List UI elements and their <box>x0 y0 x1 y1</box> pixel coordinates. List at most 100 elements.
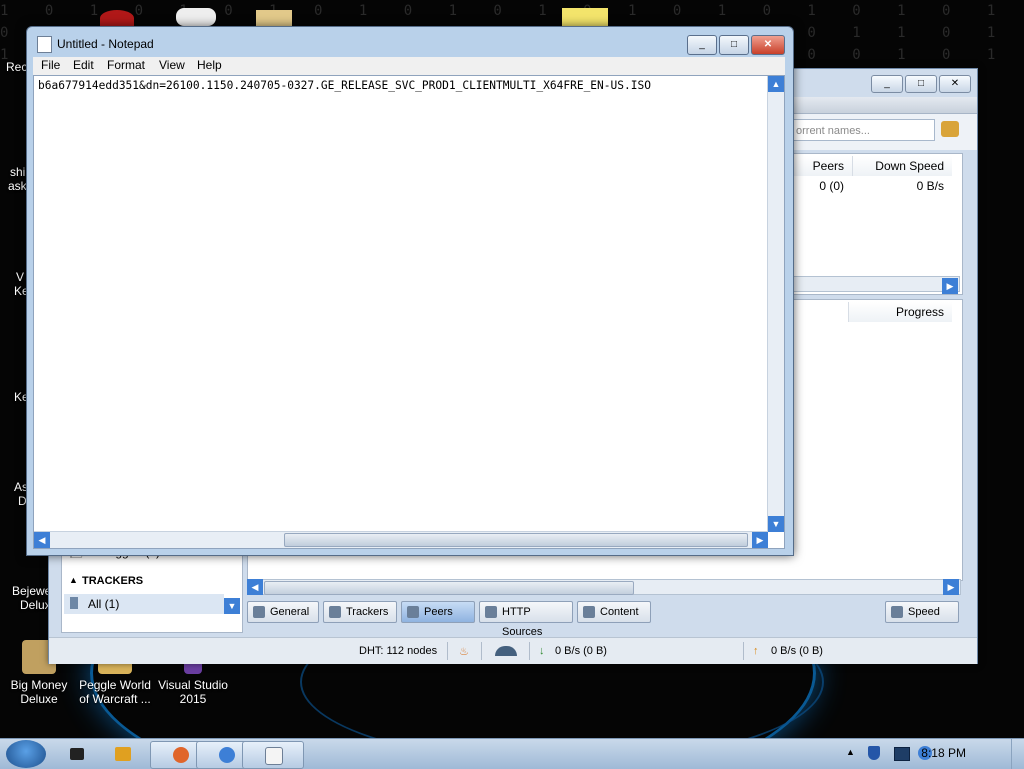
security-shield-icon[interactable] <box>868 746 880 760</box>
desktop-icon-label: Peggle World of Warcraft ... <box>79 678 151 706</box>
notepad-icon <box>37 36 52 53</box>
clock[interactable]: 8:18 PM <box>921 746 966 760</box>
scroll-down-button[interactable]: ▼ <box>768 516 784 532</box>
http-sources-icon <box>485 606 497 618</box>
desktop-label-fragment[interactable]: ask <box>8 179 27 193</box>
desktop-icon-stub[interactable] <box>562 8 608 26</box>
minimize-button[interactable]: _ <box>871 75 903 93</box>
speed-graph-icon <box>891 606 903 618</box>
column-header-down-speed[interactable]: Down Speed <box>852 156 952 176</box>
status-separator <box>529 642 530 660</box>
scroll-right-button[interactable]: ▶ <box>943 579 959 595</box>
app-icon <box>70 748 84 760</box>
desktop-icon-label: Visual Studio 2015 <box>158 678 228 706</box>
sidebar-scroll-down-button[interactable]: ▼ <box>224 598 240 614</box>
editor-content[interactable]: b6a677914edd351&dn=26100.1150.240705-032… <box>38 79 651 92</box>
status-bar: DHT: 112 nodes ♨ ↓ 0 B/s (0 B) ↑ 0 B/s (… <box>49 637 977 664</box>
tab-label: Speed <box>908 606 940 618</box>
upload-speed[interactable]: 0 B/s (0 B) <box>771 645 823 657</box>
tab-label: General <box>270 606 310 618</box>
menu-format[interactable]: Format <box>107 58 145 72</box>
upload-arrow-icon: ↑ <box>753 645 759 657</box>
content-icon <box>583 606 595 618</box>
tab-label: HTTP Sources <box>502 606 543 638</box>
general-icon <box>253 606 265 618</box>
download-speed[interactable]: 0 B/s (0 B) <box>555 645 607 657</box>
menu-edit[interactable]: Edit <box>73 58 94 72</box>
close-button[interactable]: ✕ <box>939 75 971 93</box>
start-button[interactable] <box>6 740 46 768</box>
text-editor[interactable]: b6a677914edd351&dn=26100.1150.240705-032… <box>33 75 785 549</box>
desktop-label-fragment[interactable]: V <box>16 270 24 284</box>
tracker-icon <box>70 597 78 609</box>
monitor-icon[interactable] <box>894 747 910 761</box>
peers-icon <box>407 606 419 618</box>
detail-tabs: General Trackers Peers HTTP Sources Cont… <box>247 601 961 638</box>
speed-button[interactable]: Speed <box>885 601 959 623</box>
scrollbar-thumb[interactable] <box>284 533 748 547</box>
window-title: Untitled - Notepad <box>57 37 154 51</box>
desktop-label-fragment[interactable]: Delux <box>20 598 51 612</box>
detail-scrollbar[interactable] <box>247 579 961 595</box>
maximize-button[interactable]: □ <box>905 75 937 93</box>
scroll-right-button[interactable]: ▶ <box>752 532 768 548</box>
tab-peers[interactable]: Peers <box>401 601 475 623</box>
tab-label: Content <box>600 606 639 618</box>
horizontal-scrollbar[interactable] <box>34 531 768 548</box>
close-button[interactable]: ✕ <box>751 35 785 55</box>
maximize-button[interactable]: □ <box>719 35 749 55</box>
show-hidden-icons-button[interactable]: ▲ <box>846 747 855 757</box>
sidebar-section-label: TRACKERS <box>82 575 144 587</box>
desktop-icon-label: Big Money Deluxe <box>10 678 68 706</box>
show-desktop-button[interactable] <box>1011 739 1024 769</box>
row-peers-value: 0 (0) <box>819 179 844 193</box>
taskbar-pinned-app[interactable] <box>110 745 136 763</box>
column-header-peers[interactable]: Peers <box>788 156 852 176</box>
scrollbar-thumb[interactable] <box>264 581 634 595</box>
collapse-arrow-icon: ▲ <box>69 575 78 585</box>
row-down-speed-value: 0 B/s <box>916 179 944 193</box>
desktop-icon-stub[interactable] <box>100 10 134 26</box>
sidebar-item-label: All (1) <box>88 597 120 611</box>
scroll-left-button[interactable]: ◀ <box>34 532 50 548</box>
desktop-label-fragment[interactable]: Bejewe <box>12 584 51 598</box>
system-tray: ▲ 8:18 PM <box>834 739 1024 769</box>
tab-http-sources[interactable]: HTTP Sources <box>479 601 573 638</box>
lock-icon[interactable] <box>941 121 959 137</box>
sidebar-item-all[interactable]: All (1) <box>64 594 224 614</box>
minimize-button[interactable]: _ <box>687 35 717 55</box>
menu-view[interactable]: View <box>159 58 185 72</box>
taskbar-app-notepad[interactable] <box>242 741 304 769</box>
dht-status: DHT: 112 nodes <box>359 645 438 657</box>
menu-file[interactable]: File <box>41 58 60 72</box>
desktop-label-fragment[interactable]: shi <box>10 165 25 179</box>
taskbar-pinned-app[interactable] <box>64 745 90 763</box>
trackers-icon <box>329 606 341 618</box>
taskbar: ▲ 8:18 PM <box>0 738 1024 769</box>
firefox-icon <box>173 747 189 763</box>
speed-limit-icon[interactable] <box>495 646 517 656</box>
scroll-up-button[interactable]: ▲ <box>768 76 784 92</box>
sidebar-trackers-header[interactable]: ▲ TRACKERS <box>66 572 236 592</box>
scroll-right-button[interactable]: ▶ <box>942 278 958 294</box>
search-input[interactable]: orrent names... <box>789 119 935 141</box>
vertical-scrollbar[interactable] <box>767 76 784 532</box>
download-arrow-icon: ↓ <box>539 645 545 657</box>
tab-general[interactable]: General <box>247 601 319 623</box>
status-separator <box>481 642 482 660</box>
scroll-left-button[interactable]: ◀ <box>247 579 263 595</box>
desktop-icon-stub[interactable] <box>176 8 216 26</box>
status-separator <box>447 642 448 660</box>
media-player-icon <box>115 747 131 761</box>
menubar: File Edit Format View Help <box>33 57 785 75</box>
column-header-progress[interactable]: Progress <box>848 302 952 322</box>
flame-icon[interactable]: ♨ <box>459 645 469 658</box>
tab-content[interactable]: Content <box>577 601 651 623</box>
notepad-icon <box>265 747 283 765</box>
notepad-window[interactable]: Untitled - Notepad _ □ ✕ File Edit Forma… <box>26 26 794 556</box>
desktop-label-fragment[interactable]: Rec <box>6 60 27 74</box>
torrent-app-icon <box>219 747 235 763</box>
tab-trackers[interactable]: Trackers <box>323 601 397 623</box>
menu-help[interactable]: Help <box>197 58 222 72</box>
desktop-icon-stub[interactable] <box>256 10 292 26</box>
